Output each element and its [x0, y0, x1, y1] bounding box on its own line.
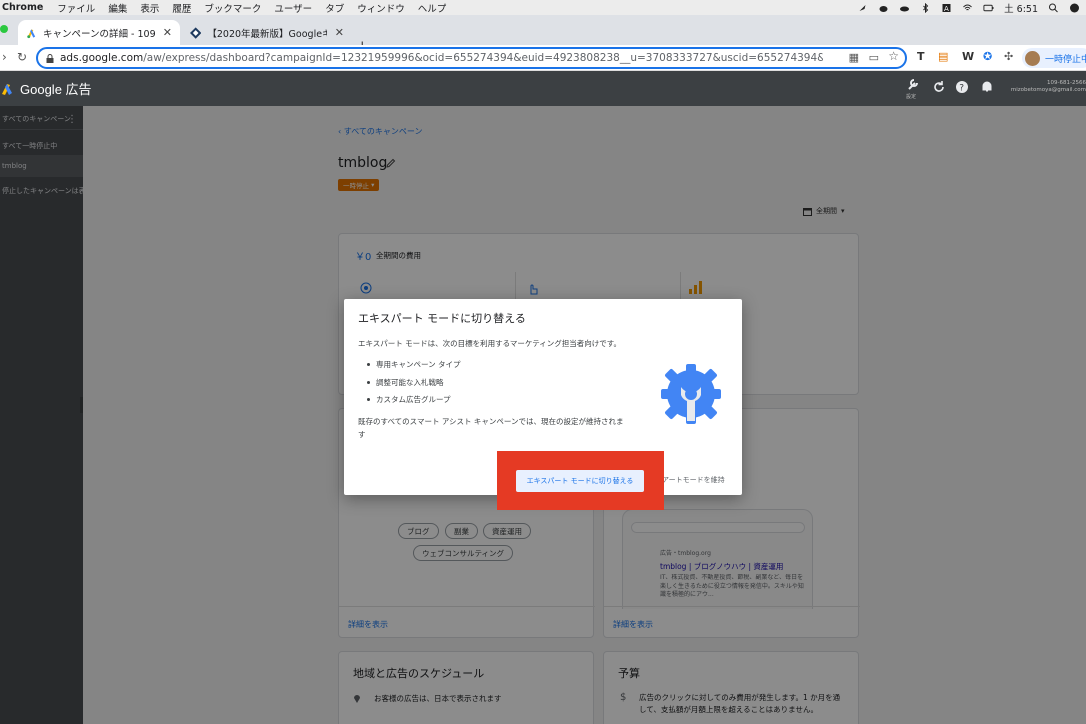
menu-history[interactable]: 履歴 [172, 1, 191, 15]
address-bar[interactable]: ads.google.com/aw/express/dashboard?camp… [36, 47, 907, 69]
battery-icon[interactable] [983, 3, 994, 13]
menu-clock[interactable]: 土 6:51 [1004, 1, 1038, 15]
forward-arrow-icon[interactable]: › [2, 50, 7, 64]
dialog-bullet: 調整可能な入札戦略 [366, 374, 628, 392]
keep-smart-mode-button[interactable]: アートモードを維持 [662, 475, 725, 485]
diamond-favicon-icon [190, 26, 202, 39]
refresh-icon[interactable] [932, 80, 946, 94]
menu-help[interactable]: ヘルプ [418, 1, 447, 15]
spotlight-search-icon[interactable] [1048, 3, 1059, 13]
url-host: ads.google.com [60, 52, 144, 64]
hat-icon[interactable] [899, 3, 910, 13]
url-path: /aw/express/dashboard?campaignId=1232195… [143, 52, 823, 64]
dialog-bullet-list: 専用キャンペーン タイプ 調整可能な入札戦略 カスタム広告グループ [366, 356, 628, 409]
google-ads-logo-icon[interactable] [0, 80, 14, 96]
google-ads-logo-text[interactable]: Google 広告 [20, 79, 92, 98]
tab-title: キャンペーンの詳細 - 109-681-2 [43, 28, 155, 40]
menu-app-name[interactable]: Chrome [2, 2, 43, 13]
word-extension-icon[interactable]: W [962, 50, 974, 63]
profile-label: 一時停止中 [1045, 54, 1086, 65]
menu-tab[interactable]: タブ [325, 1, 344, 15]
user-badge-icon[interactable] [1069, 3, 1080, 13]
help-icon[interactable]: ? [955, 80, 969, 94]
bluetooth-icon[interactable] [920, 2, 931, 13]
macos-menu-bar: Chrome ファイル 編集 表示 履歴 ブックマーク ユーザー タブ ウィンド… [0, 0, 1086, 15]
vpn-extension-icon[interactable]: ✪ [983, 50, 992, 63]
input-method-icon[interactable]: A [941, 3, 952, 13]
tab-close-icon[interactable]: ✕ [163, 26, 172, 39]
menu-edit[interactable]: 編集 [108, 1, 127, 15]
dialog-intro: エキスパート モードは、次の目標を利用するマーケティング担当者向けです。 [358, 339, 622, 348]
svg-text:A: A [944, 5, 949, 13]
google-ads-header: Google 広告 設定 ? 109-681-2566 mizobetomoya… [0, 71, 1086, 106]
translate-extension-icon[interactable]: ▤ [938, 50, 948, 63]
dialog-body: エキスパート モードは、次の目標を利用するマーケティング担当者向けです。 専用キ… [358, 337, 628, 441]
grid-apps-icon[interactable]: ▦ [849, 51, 859, 64]
browser-toolbar: › ↻ ads.google.com/aw/express/dashboard?… [0, 45, 1086, 71]
menu-bookmarks[interactable]: ブックマーク [204, 1, 261, 15]
tools-label: 設定 [906, 94, 917, 100]
menu-view[interactable]: 表示 [140, 1, 159, 15]
dialog-bullet: 専用キャンペーン タイプ [366, 356, 628, 374]
gear-wrench-illustration-icon [661, 364, 721, 424]
avatar [1025, 50, 1040, 66]
notifications-bell-icon[interactable] [980, 80, 994, 94]
wrench-tools-icon[interactable] [906, 77, 920, 91]
dialog-bullet: カスタム広告グループ [366, 391, 628, 409]
google-ads-favicon-icon [27, 28, 36, 38]
window-zoom-button[interactable] [0, 25, 8, 33]
tab-keyword-article[interactable]: 【2020年最新版】Googleキーワ ✕ [182, 20, 352, 45]
profile-button[interactable]: 一時停止中 [1022, 48, 1086, 68]
dialog-note: 既存のすべてのスマート アシスト キャンペーンでは、現在の設定が維持されます [358, 416, 624, 439]
rocket-icon[interactable] [857, 3, 868, 13]
switch-to-expert-mode-button[interactable]: エキスパート モードに切り替える [516, 470, 644, 492]
bookmark-star-icon[interactable]: ☆ [888, 49, 899, 63]
extensions-puzzle-icon[interactable]: ✣ [1004, 50, 1013, 63]
tab-campaign-details[interactable]: キャンペーンの詳細 - 109-681-2 ✕ [18, 20, 180, 45]
account-email[interactable]: mizobetomoya@gmail.com [1000, 87, 1086, 93]
card-icon[interactable]: ▭ [869, 51, 879, 64]
tab-close-icon[interactable]: ✕ [335, 26, 344, 39]
menu-file[interactable]: ファイル [57, 1, 95, 15]
dialog-title: エキスパート モードに切り替える [358, 312, 526, 325]
reload-icon[interactable]: ↻ [17, 50, 27, 64]
menu-user[interactable]: ユーザー [274, 1, 312, 15]
lock-icon[interactable] [46, 53, 54, 63]
cloud-icon[interactable] [878, 3, 889, 13]
account-id[interactable]: 109-681-2566 [1020, 80, 1086, 86]
browser-tab-strip: キャンペーンの詳細 - 109-681-2 ✕ 【2020年最新版】Google… [0, 15, 1086, 55]
wifi-icon[interactable] [962, 3, 973, 13]
menu-window[interactable]: ウィンドウ [357, 1, 405, 15]
status-area: A 土 6:51 [857, 0, 1080, 15]
text-extension-icon[interactable]: T [917, 50, 925, 63]
svg-text:?: ? [959, 84, 964, 94]
tab-title: 【2020年最新版】Googleキーワ [207, 28, 326, 40]
